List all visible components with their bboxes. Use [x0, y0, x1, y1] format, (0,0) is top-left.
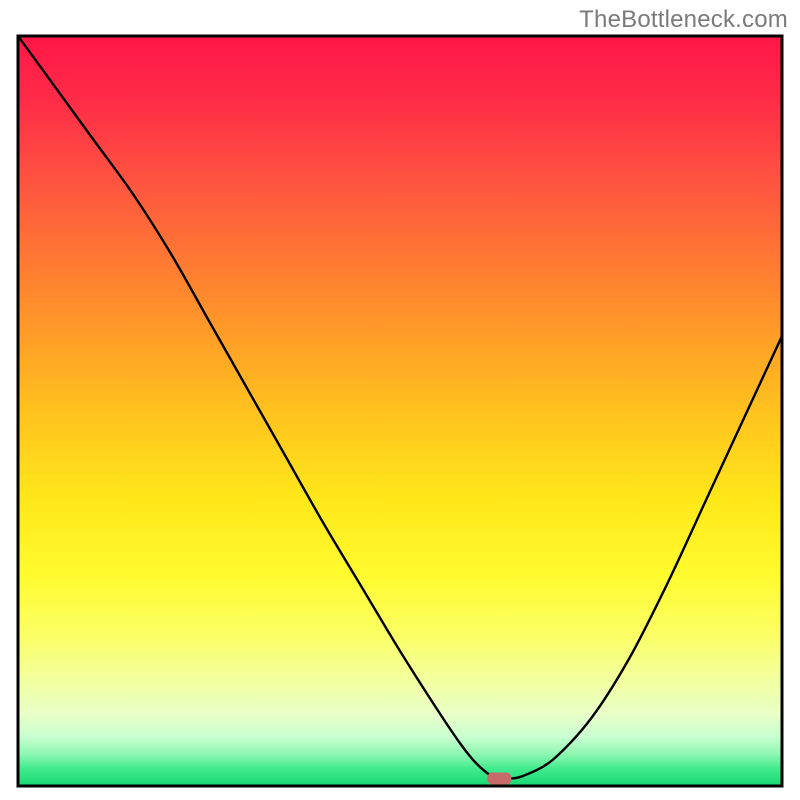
watermark-text: TheBottleneck.com	[579, 6, 788, 34]
gradient-background	[18, 36, 782, 786]
bottleneck-chart	[0, 0, 800, 800]
chart-stage: TheBottleneck.com	[0, 0, 800, 800]
minimum-marker	[487, 773, 511, 785]
